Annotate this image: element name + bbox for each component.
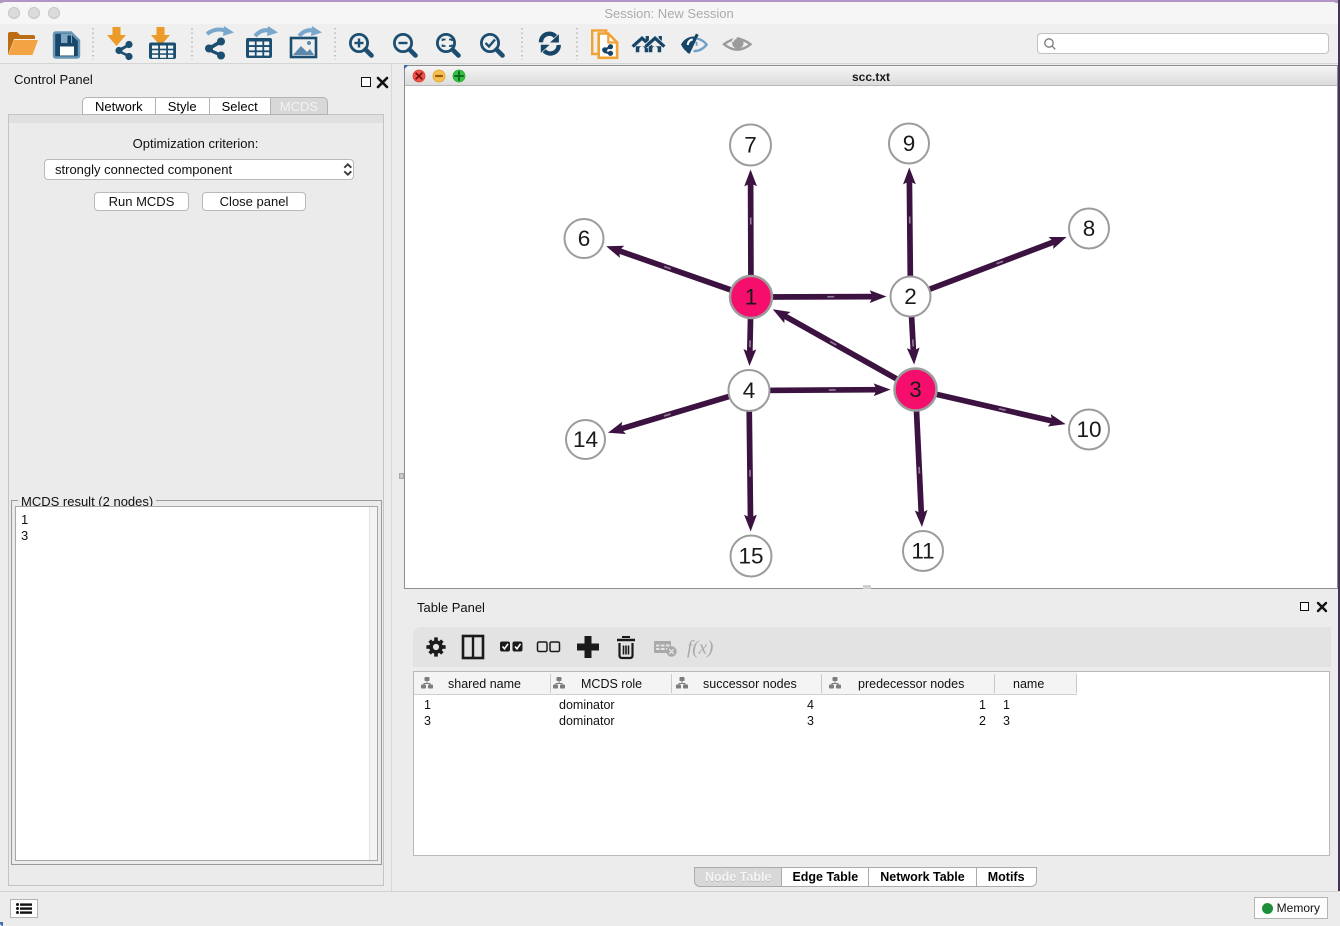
svg-text:4: 4: [743, 378, 756, 403]
svg-text:6: 6: [578, 226, 591, 251]
svg-text:3: 3: [909, 377, 922, 402]
svg-text:14: 14: [573, 427, 598, 452]
svg-text:2: 2: [904, 284, 917, 309]
svg-text:7: 7: [744, 133, 757, 158]
svg-text:8: 8: [1083, 216, 1096, 241]
svg-text:15: 15: [738, 544, 763, 569]
svg-text:10: 10: [1076, 417, 1101, 442]
svg-text:1: 1: [745, 285, 758, 310]
svg-text:11: 11: [911, 539, 934, 564]
svg-text:f(x): f(x): [687, 638, 713, 659]
svg-text:9: 9: [903, 131, 916, 156]
